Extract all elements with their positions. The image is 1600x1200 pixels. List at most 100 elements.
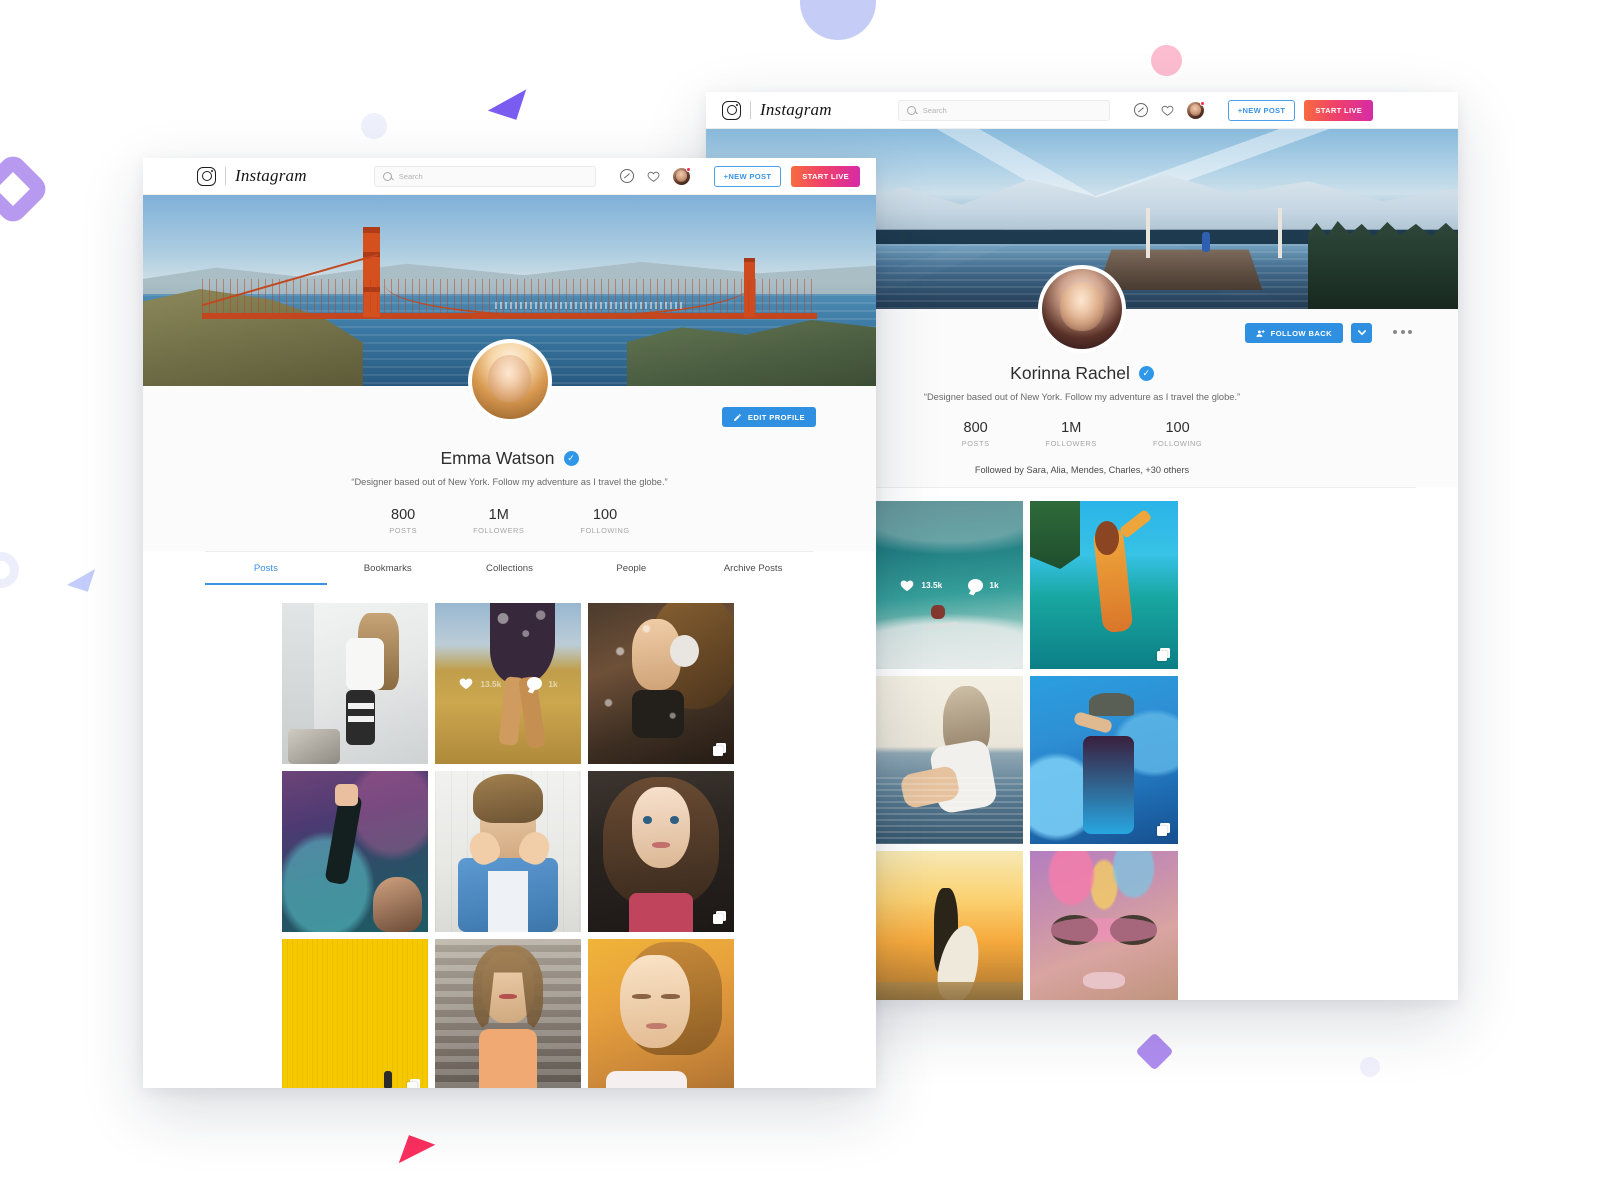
profile-avatar-back[interactable]	[1038, 265, 1126, 353]
post-cell[interactable]	[588, 771, 734, 932]
profile-name-text: Korinna Rachel	[1010, 363, 1130, 383]
tab-posts[interactable]: Posts	[205, 552, 327, 585]
circle-blue-top	[800, 0, 876, 40]
nav-icon-group-back	[1133, 100, 1205, 119]
pencil-icon	[734, 413, 741, 421]
logo-divider	[225, 167, 226, 185]
more-horizontal-icon	[1393, 330, 1397, 334]
start-live-button[interactable]: START LIVE	[1304, 99, 1374, 121]
nav-icon-group-front	[619, 166, 691, 185]
profile-name-back: Korinna Rachel ✓	[1010, 363, 1154, 384]
comments-count: 1k	[548, 678, 558, 689]
triangle-periwinkle	[66, 562, 96, 592]
post-cell[interactable]	[1030, 676, 1178, 844]
likes-stat: 13.5k	[458, 676, 501, 691]
post-cell[interactable]: 13.5k 1k	[435, 603, 581, 764]
likes-stat: 13.5k	[899, 578, 942, 593]
new-post-button[interactable]: +NEW POST	[713, 165, 782, 187]
triangle-pink-bottom	[398, 1135, 436, 1173]
verified-badge-icon: ✓	[1138, 366, 1154, 381]
follow-back-button[interactable]: FOLLOW BACK	[1244, 323, 1343, 343]
stat-following: 100 FOLLOWING	[580, 507, 630, 535]
circle-pink-top	[1151, 45, 1182, 76]
circle-lavender-bottom	[1360, 1057, 1380, 1077]
comments-count: 1k	[989, 580, 999, 590]
post-cell[interactable]	[588, 939, 734, 1088]
circle-lavender-small	[361, 113, 387, 139]
heart-icon[interactable]	[1161, 104, 1174, 117]
likes-count: 13.5k	[480, 678, 502, 689]
multiple-photos-icon	[713, 911, 726, 924]
search-input[interactable]: Search	[373, 165, 596, 187]
instagram-logo-front[interactable]: Instagram	[197, 166, 307, 186]
comments-stat: 1k	[968, 578, 999, 592]
post-cell[interactable]	[282, 939, 428, 1088]
start-live-button[interactable]: START LIVE	[791, 165, 860, 187]
notification-dot	[685, 166, 691, 172]
search-icon	[906, 105, 916, 115]
multiple-photos-icon	[407, 1079, 420, 1088]
posts-grid-front: 13.5k 1k	[143, 584, 876, 1088]
post-cell[interactable]	[282, 603, 428, 764]
stat-following: 100 FOLLOWING	[1152, 420, 1203, 448]
chevron-down-icon	[1357, 330, 1366, 336]
tab-collections[interactable]: Collections	[449, 552, 571, 584]
likes-count: 13.5k	[921, 580, 943, 590]
comment-bubble-icon	[968, 578, 984, 592]
edit-profile-label: EDIT PROFILE	[747, 412, 805, 422]
post-cell[interactable]	[1030, 501, 1178, 669]
heart-icon[interactable]	[647, 170, 660, 183]
notification-dot	[1199, 100, 1205, 106]
post-cell[interactable]	[435, 939, 581, 1088]
tab-archive-posts[interactable]: Archive Posts	[692, 552, 814, 584]
user-avatar[interactable]	[672, 166, 691, 185]
comment-bubble-icon	[527, 677, 543, 690]
stat-posts: 800 POSTS	[961, 420, 990, 448]
heart-icon	[460, 678, 473, 690]
post-overlay-stats: 13.5k 1k	[875, 501, 1023, 669]
edit-profile-button[interactable]: EDIT PROFILE	[721, 407, 816, 427]
post-cell[interactable]	[1030, 851, 1178, 1000]
compass-icon[interactable]	[619, 169, 634, 183]
triangle-purple-top	[487, 80, 527, 120]
brand-name: Instagram	[760, 100, 832, 119]
diamond-solid-purple	[1135, 1032, 1174, 1071]
post-cell[interactable]	[875, 851, 1023, 1000]
profile-section-front: EDIT PROFILE Emma Watson ✓ “Designer bas…	[143, 339, 876, 551]
post-cell[interactable]	[282, 771, 428, 932]
more-options-button[interactable]	[1393, 330, 1412, 334]
search-icon	[382, 171, 392, 181]
instagram-camera-icon	[722, 100, 741, 120]
profile-bio-front: “Designer based out of New York. Follow …	[351, 477, 668, 487]
profile-name-front: Emma Watson ✓	[440, 448, 579, 469]
brand-name: Instagram	[235, 166, 307, 185]
search-placeholder: Search	[922, 105, 947, 115]
top-navigation-bar-front: Instagram Search +NEW POST START LIVE	[143, 158, 876, 195]
stat-followers: 1M FOLLOWERS	[1045, 420, 1097, 448]
diamond-outline-purple	[0, 150, 52, 228]
instagram-logo-back[interactable]: Instagram	[722, 100, 832, 120]
post-cell[interactable]: 13.5k 1k	[875, 501, 1023, 669]
multiple-photos-icon	[1157, 823, 1170, 836]
tab-bookmarks[interactable]: Bookmarks	[327, 552, 449, 584]
compass-icon[interactable]	[1133, 103, 1148, 117]
post-cell[interactable]	[875, 676, 1023, 844]
search-placeholder: Search	[398, 171, 423, 181]
post-cell[interactable]	[588, 603, 734, 764]
comments-stat: 1k	[527, 677, 558, 690]
profile-avatar-front[interactable]	[467, 339, 552, 423]
stat-posts: 800 POSTS	[389, 507, 418, 535]
logo-divider	[750, 101, 751, 119]
stat-followers: 1M FOLLOWERS	[473, 507, 525, 535]
instagram-camera-icon	[197, 166, 216, 186]
profile-name-text: Emma Watson	[440, 448, 555, 468]
follow-options-dropdown[interactable]	[1351, 323, 1372, 343]
tab-people[interactable]: People	[570, 552, 692, 584]
profile-stats-front: 800 POSTS 1M FOLLOWERS 100 FOLLOWING	[143, 507, 876, 535]
profile-card-emma: Instagram Search +NEW POST START LIVE ED…	[143, 158, 876, 1088]
profile-tabs: Posts Bookmarks Collections People Archi…	[205, 551, 814, 585]
new-post-button[interactable]: +NEW POST	[1227, 99, 1296, 121]
search-input[interactable]: Search	[897, 99, 1110, 121]
post-cell[interactable]	[435, 771, 581, 932]
user-avatar[interactable]	[1186, 100, 1205, 119]
